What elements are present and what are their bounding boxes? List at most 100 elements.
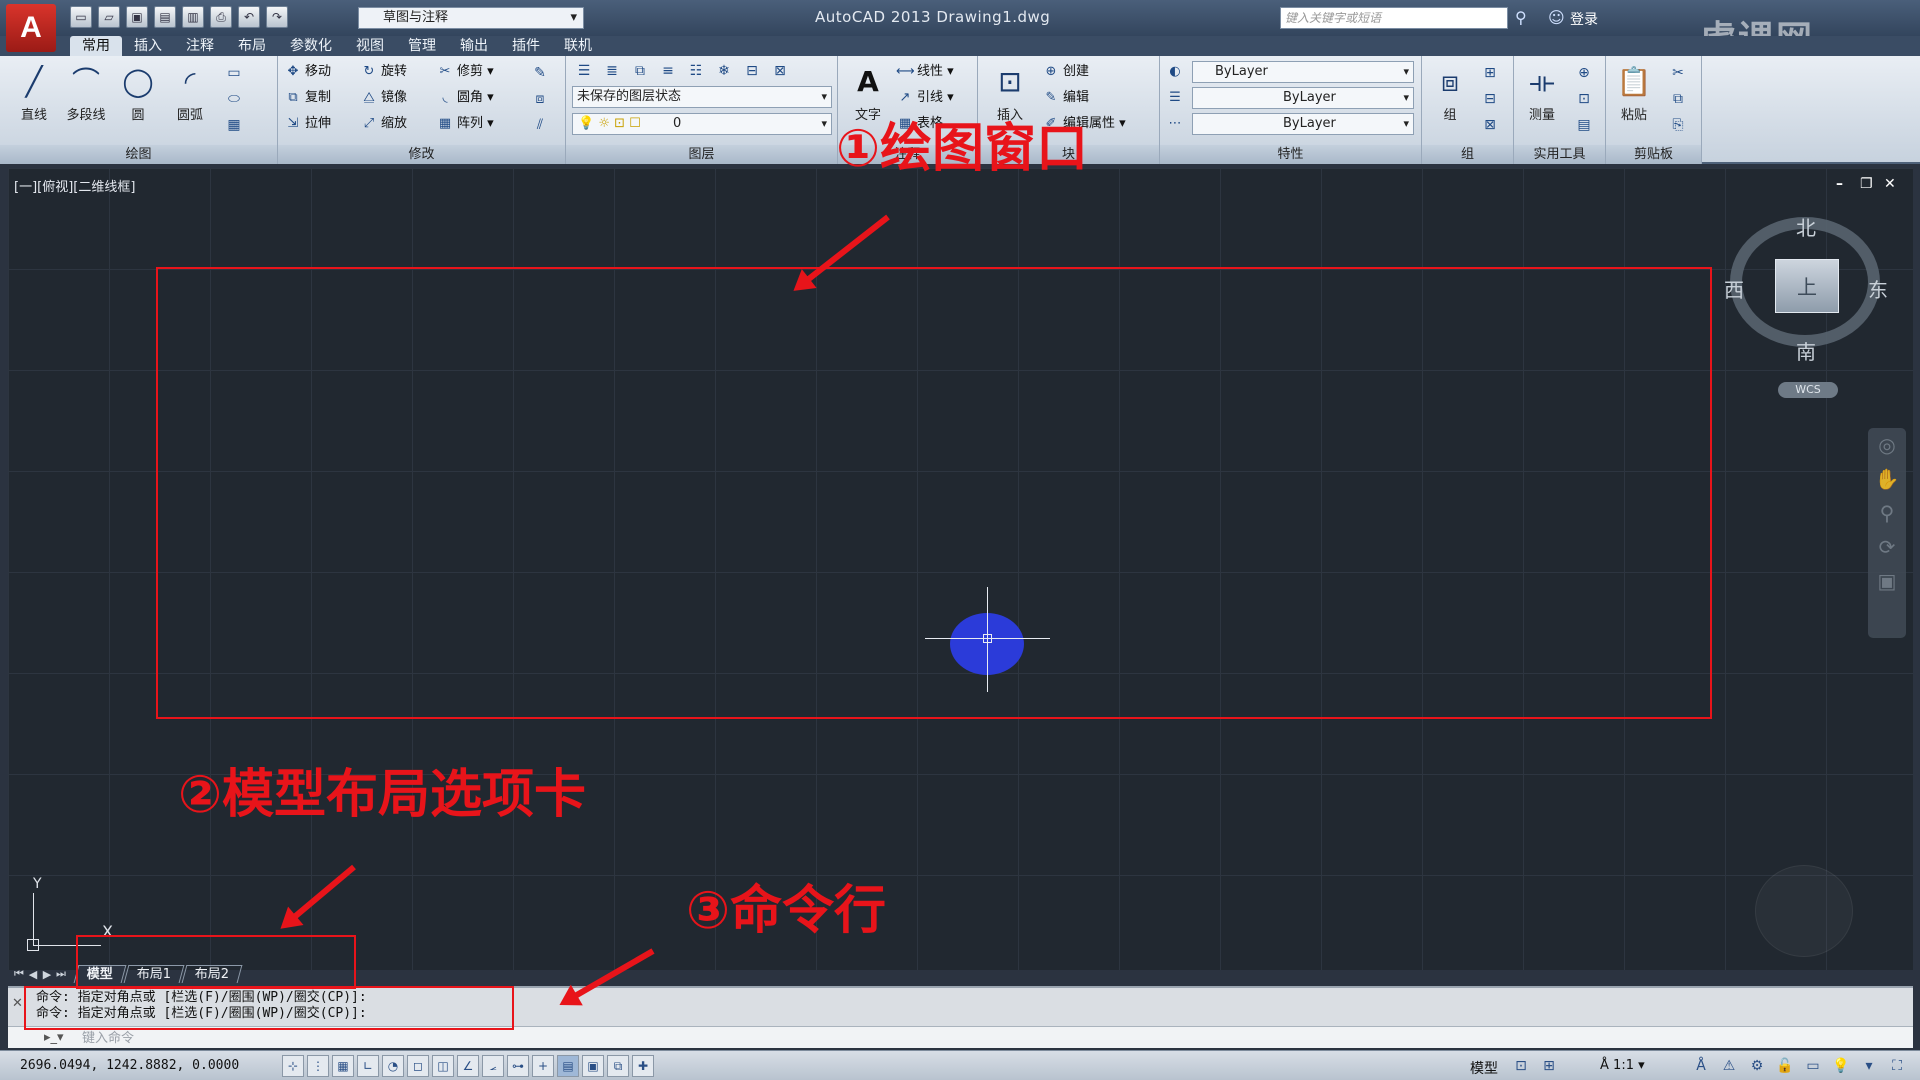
model-space-button[interactable]: 模型	[1470, 1058, 1498, 1078]
next-tab-icon[interactable]: ▶	[40, 968, 54, 981]
save-as-icon[interactable]: ▤	[154, 6, 176, 28]
tab-layout1[interactable]: 布局1	[123, 965, 185, 983]
mirror-button[interactable]: ⧋ 镜像	[360, 87, 407, 109]
plot-icon[interactable]: ▥	[182, 6, 204, 28]
orbit-icon[interactable]: ⟳	[1868, 530, 1906, 564]
color-dropdown[interactable]: ByLayer	[1192, 61, 1414, 83]
viewport-controls-label[interactable]: [一][俯视][二维线框]	[14, 176, 135, 195]
calculator-icon[interactable]: ▤	[1572, 114, 1596, 136]
tab-layout2[interactable]: 布局2	[181, 965, 243, 983]
status-menu-icon[interactable]: ▾	[1858, 1056, 1880, 1076]
tab-insert[interactable]: 插入	[122, 36, 174, 56]
layer-lock-icon[interactable]: ⊟	[740, 60, 764, 82]
copy-clip-icon[interactable]: ⧉	[1666, 88, 1690, 110]
layer-properties-icon[interactable]: ☰	[572, 60, 596, 82]
redo-icon[interactable]: ↷	[266, 6, 288, 28]
group-button[interactable]: ⧈ 组	[1424, 60, 1476, 123]
compass-east[interactable]: 东	[1868, 274, 1888, 303]
offset-icon[interactable]: ⫽	[528, 114, 552, 136]
ortho-icon[interactable]: ∟	[357, 1055, 379, 1077]
clean-screen-icon[interactable]: ⛶	[1886, 1056, 1908, 1076]
group-select-icon[interactable]: ⊠	[1478, 114, 1502, 136]
lock-ui-icon[interactable]: 🔓	[1774, 1056, 1796, 1076]
grid-icon[interactable]: ▦	[332, 1055, 354, 1077]
tab-online[interactable]: 联机	[552, 36, 604, 56]
lineweight-icon[interactable]: ☰	[1166, 87, 1187, 109]
rectangle-icon[interactable]: ▭	[222, 62, 246, 84]
copy-button[interactable]: ⧉ 复制	[284, 87, 331, 109]
hardware-acceleration-icon[interactable]: ▭	[1802, 1056, 1824, 1076]
compass-north[interactable]: 北	[1796, 212, 1816, 241]
zoom-icon[interactable]: ⚲	[1868, 496, 1906, 530]
osnap-icon[interactable]: ◻	[407, 1055, 429, 1077]
linetype-icon[interactable]: ⋯	[1166, 113, 1187, 135]
match-icon[interactable]: ⎘	[1666, 114, 1690, 136]
search-input[interactable]: 键入关键字或短语	[1280, 7, 1508, 29]
create-block-button[interactable]: ⊕ 创建	[1042, 61, 1089, 83]
steering-wheel-icon[interactable]: ◎	[1868, 428, 1906, 462]
minimize-viewport-icon[interactable]: –	[1836, 176, 1843, 192]
showmotion-icon[interactable]: ▣	[1868, 564, 1906, 598]
tab-view[interactable]: 视图	[344, 36, 396, 56]
arc-button[interactable]: ◜ 圆弧	[164, 60, 216, 123]
properties-panel-title[interactable]: 特性	[1160, 145, 1421, 164]
undo-icon[interactable]: ↶	[238, 6, 260, 28]
tab-parametric[interactable]: 参数化	[278, 36, 344, 56]
autoscale-icon[interactable]: ⚠	[1718, 1056, 1740, 1076]
lineweight-toggle-icon[interactable]: +	[532, 1055, 554, 1077]
tab-home[interactable]: 常用	[70, 36, 122, 56]
ellipse-icon[interactable]: ⬭	[222, 88, 246, 110]
modify-panel-title[interactable]: 修改	[278, 145, 565, 164]
polyline-button[interactable]: ⌒ 多段线	[60, 60, 112, 123]
match-properties-icon[interactable]: ◐	[1166, 61, 1187, 83]
quick-view-drawings-icon[interactable]: ⊞	[1538, 1056, 1560, 1076]
snap-mode-icon[interactable]: ⋮	[307, 1055, 329, 1077]
fillet-button[interactable]: ◟ 圆角 ▾	[436, 87, 493, 109]
group-edit-icon[interactable]: ⊟	[1478, 88, 1502, 110]
close-viewport-icon[interactable]: ✕	[1884, 176, 1896, 192]
layer-iso-icon[interactable]: ⧉	[628, 60, 652, 82]
selection-cycling-icon[interactable]: ⧉	[607, 1055, 629, 1077]
draw-panel-title[interactable]: 绘图	[0, 145, 277, 164]
layer-unisolate-icon[interactable]: ≡	[656, 60, 680, 82]
restore-viewport-icon[interactable]: ❐	[1860, 176, 1873, 192]
drawing-viewport[interactable]	[8, 168, 1913, 970]
tab-manage[interactable]: 管理	[396, 36, 448, 56]
clipboard-panel-title[interactable]: 剪贴板	[1606, 145, 1701, 164]
cut-icon[interactable]: ✂	[1666, 62, 1690, 84]
tab-plugins[interactable]: 插件	[500, 36, 552, 56]
first-tab-icon[interactable]: ⏮	[12, 967, 26, 981]
select-all-icon[interactable]: ⊡	[1572, 88, 1596, 110]
polar-icon[interactable]: ◔	[382, 1055, 404, 1077]
scale-button[interactable]: ⤢ 缩放	[360, 113, 407, 135]
quick-properties-icon[interactable]: ▣	[582, 1055, 604, 1077]
layer-panel-title[interactable]: 图层	[566, 145, 837, 164]
new-icon[interactable]: ▭	[70, 6, 92, 28]
tab-layout[interactable]: 布局	[226, 36, 278, 56]
save-icon[interactable]: ▣	[126, 6, 148, 28]
layer-state-dropdown[interactable]: 未保存的图层状态	[572, 86, 832, 108]
quick-select-icon[interactable]: ⊕	[1572, 62, 1596, 84]
open-icon[interactable]: ▱	[98, 6, 120, 28]
otrack-icon[interactable]: ∠	[457, 1055, 479, 1077]
tab-model[interactable]: 模型	[73, 965, 127, 983]
command-input[interactable]	[82, 1029, 682, 1047]
last-tab-icon[interactable]: ⏭	[54, 967, 68, 981]
binoculars-icon[interactable]: ⚲	[1515, 8, 1527, 27]
tab-annotate[interactable]: 注释	[174, 36, 226, 56]
layer-walk-icon[interactable]: ⊠	[768, 60, 792, 82]
command-prompt-icon[interactable]: ▸_▾	[44, 1030, 64, 1045]
erase-icon[interactable]: ✎	[528, 62, 552, 84]
dyn-icon[interactable]: ⊶	[507, 1055, 529, 1077]
ducs-icon[interactable]: ⦟	[482, 1055, 504, 1077]
wcs-menu[interactable]: WCS	[1778, 382, 1838, 398]
layer-off-icon[interactable]: ☷	[684, 60, 708, 82]
infer-constraints-icon[interactable]: ⊹	[282, 1055, 304, 1077]
layer-freeze-icon[interactable]: ❄	[712, 60, 736, 82]
line-button[interactable]: ╱ 直线	[8, 60, 60, 123]
layer-match-icon[interactable]: ≣	[600, 60, 624, 82]
rotate-button[interactable]: ↻ 旋转	[360, 61, 407, 83]
array-button[interactable]: ▦ 阵列 ▾	[436, 113, 494, 135]
circle-button[interactable]: ◯ 圆	[112, 60, 164, 123]
trim-button[interactable]: ✂ 修剪 ▾	[436, 61, 494, 83]
